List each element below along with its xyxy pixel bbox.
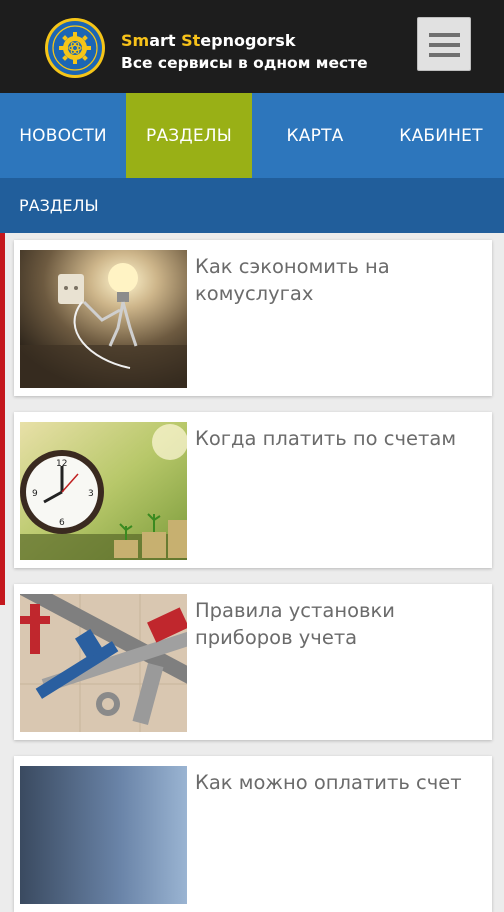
payment-image <box>20 766 187 904</box>
side-accent-strip <box>0 233 5 605</box>
brand-tagline: Все сервисы в одном месте <box>121 54 368 72</box>
pipe-wrenches-image <box>20 594 187 732</box>
card-title[interactable]: Как сэкономить на комуслугах <box>195 253 480 307</box>
card-title[interactable]: Когда платить по счетам <box>195 425 480 452</box>
list-item[interactable]: Как можно оплатить счет <box>14 756 492 912</box>
card-title[interactable]: Правила установки приборов учета <box>195 597 480 651</box>
card-title[interactable]: Как можно оплатить счет <box>195 769 480 796</box>
clock-coins-image: 12 3 6 9 <box>20 422 187 560</box>
section-title: РАЗДЕЛЫ <box>19 196 99 215</box>
brand-title: Smart Stepnogorsk Все сервисы в одном ме… <box>121 29 368 75</box>
brand-name: Smart Stepnogorsk <box>121 29 368 52</box>
svg-text:3: 3 <box>88 489 94 499</box>
svg-text:6: 6 <box>59 518 65 528</box>
brand-name-part-1: art <box>149 31 182 50</box>
brand-name-accent-2: St <box>181 31 201 50</box>
tab-cabinet[interactable]: КАБИНЕТ <box>378 93 504 178</box>
svg-text:9: 9 <box>32 489 38 499</box>
brand-name-accent-1: Sm <box>121 31 150 50</box>
lightbulb-plug-image <box>20 250 187 388</box>
list-item[interactable]: Правила установки приборов учета <box>14 584 492 740</box>
tab-sections[interactable]: РАЗДЕЛЫ <box>126 93 252 178</box>
tab-news[interactable]: НОВОСТИ <box>0 93 126 178</box>
tab-map[interactable]: КАРТА <box>252 93 378 178</box>
list-item[interactable]: Как сэкономить на комуслугах <box>14 240 492 396</box>
menu-button[interactable] <box>417 17 471 71</box>
list-item[interactable]: 12 3 6 9 Когда платить по счетам <box>14 412 492 568</box>
city-logo-icon[interactable] <box>44 17 106 79</box>
main-tabs: НОВОСТИ РАЗДЕЛЫ КАРТА КАБИНЕТ <box>0 93 504 178</box>
app-header: Smart Stepnogorsk Все сервисы в одном ме… <box>0 0 504 93</box>
brand-name-part-2: epnogorsk <box>200 31 296 50</box>
svg-text:12: 12 <box>56 459 67 469</box>
section-header: РАЗДЕЛЫ <box>0 178 504 233</box>
